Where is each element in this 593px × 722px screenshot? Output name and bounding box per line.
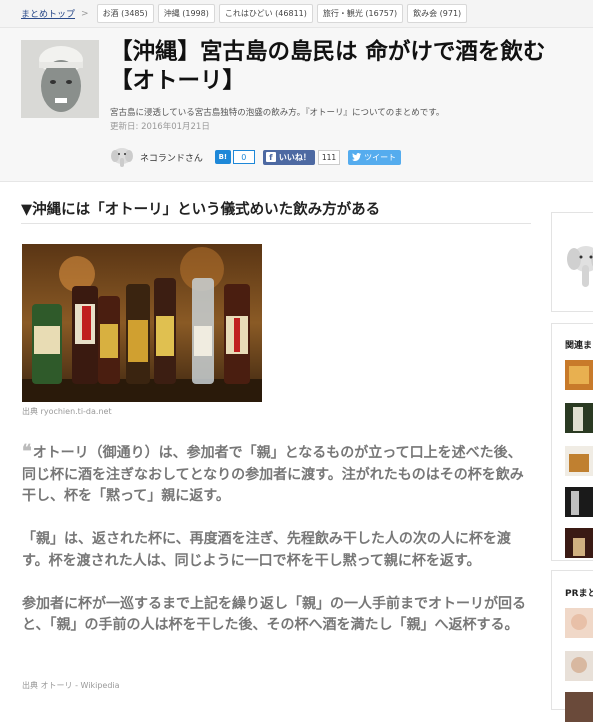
twitter-bird-icon xyxy=(352,153,362,161)
hatena-bookmark-button[interactable]: B! 0 xyxy=(214,150,255,164)
page-title: 【沖縄】宮古島の島民は 命がけで酒を飲む【オトーリ】 xyxy=(110,39,546,94)
elephant-mascot-icon xyxy=(567,246,593,287)
related-thumb-3[interactable] xyxy=(565,446,593,476)
facebook-like-button[interactable]: f いいね！ 111 xyxy=(262,149,341,165)
related-thumb-1[interactable] xyxy=(565,360,593,390)
hatena-count: 0 xyxy=(232,150,255,164)
facebook-like-label-wrap: f いいね！ xyxy=(262,149,315,165)
related-thumb-5[interactable] xyxy=(565,528,593,558)
breadcrumb-home-link[interactable]: まとめトップ xyxy=(21,7,75,20)
pr-thumb-1[interactable] xyxy=(565,608,593,638)
section-heading: ▼沖縄には「オトーリ」という儀式めいた飲み方がある xyxy=(21,198,531,224)
pr-thumb-2[interactable] xyxy=(565,651,593,681)
article-header: 【沖縄】宮古島の島民は 命がけで酒を飲む【オトーリ】 宮古島に浸透している宮古島… xyxy=(0,28,593,182)
facebook-like-label: いいね！ xyxy=(278,152,311,162)
updated-date: 更新日: 2016年01月21日 xyxy=(110,122,210,132)
tag-korewahidoi[interactable]: これはひどい (46811) xyxy=(218,4,313,23)
tag-sake[interactable]: お酒 (3485) xyxy=(96,4,154,23)
article-thumbnail xyxy=(21,40,99,118)
breadcrumb-separator: > xyxy=(81,8,89,19)
breadcrumb: まとめトップ > お酒 (3485) 沖縄 (1998) これはひどい (468… xyxy=(0,0,593,28)
related-thumb-4[interactable] xyxy=(565,487,593,517)
quote-block: ❝オトーリ（御通り）は、参加者で「親」となるものが立って口上を述べた後、同じ杯に… xyxy=(22,441,528,637)
facebook-like-count: 111 xyxy=(317,149,341,165)
tweet-button[interactable]: ツイート xyxy=(348,149,402,165)
related-thumb-2[interactable] xyxy=(565,403,593,433)
quote-paragraph: 「親」は、返された杯に、再度酒を注ぎ、先程飲み干した人の次の人に杯を渡す。杯を渡… xyxy=(22,531,511,569)
article-description: 宮古島に浸透している宮古島独特の泡盛の飲み方。『オトーリ』についてのまとめです。 xyxy=(110,108,445,118)
author-name[interactable]: ネコランドさん xyxy=(140,151,203,164)
author-row: ネコランドさん B! 0 f いいね！ 111 ツイート xyxy=(110,146,402,168)
tweet-label: ツイート xyxy=(364,152,397,162)
awamori-bottles-photo[interactable] xyxy=(22,244,262,402)
tag-travel[interactable]: 旅行・観光 (16757) xyxy=(316,4,404,23)
quote-source[interactable]: 出典 オトーリ - Wikipedia xyxy=(22,680,120,691)
author-avatar[interactable] xyxy=(110,146,134,168)
photo-source[interactable]: 出典 ryochien.ti-da.net xyxy=(22,406,112,417)
sidebar-profile-box[interactable] xyxy=(551,212,593,312)
sidebar-related-title: 関連ま xyxy=(565,341,593,351)
facebook-icon: f xyxy=(265,152,276,162)
tag-nomikai[interactable]: 飲み会 (971) xyxy=(407,4,468,23)
hatena-icon: B! xyxy=(214,150,231,164)
sidebar-related-box xyxy=(551,323,593,561)
sidebar-pr-title: PRまと xyxy=(565,589,593,599)
pr-thumb-3[interactable] xyxy=(565,692,593,722)
quote-text-1: オトーリ（御通り）は、参加者で「親」となるものが立って口上を述べた後、同じ杯に酒… xyxy=(22,445,524,504)
quote-paragraph: ❝オトーリ（御通り）は、参加者で「親」となるものが立って口上を述べた後、同じ杯に… xyxy=(22,441,528,508)
quote-paragraph: 参加者に杯が一巡するまで上記を繰り返し「親」の一人手前までオトーリが回ると、「親… xyxy=(22,595,526,634)
tag-okinawa[interactable]: 沖縄 (1998) xyxy=(157,4,215,23)
quote-mark-icon: ❝ xyxy=(22,441,32,462)
